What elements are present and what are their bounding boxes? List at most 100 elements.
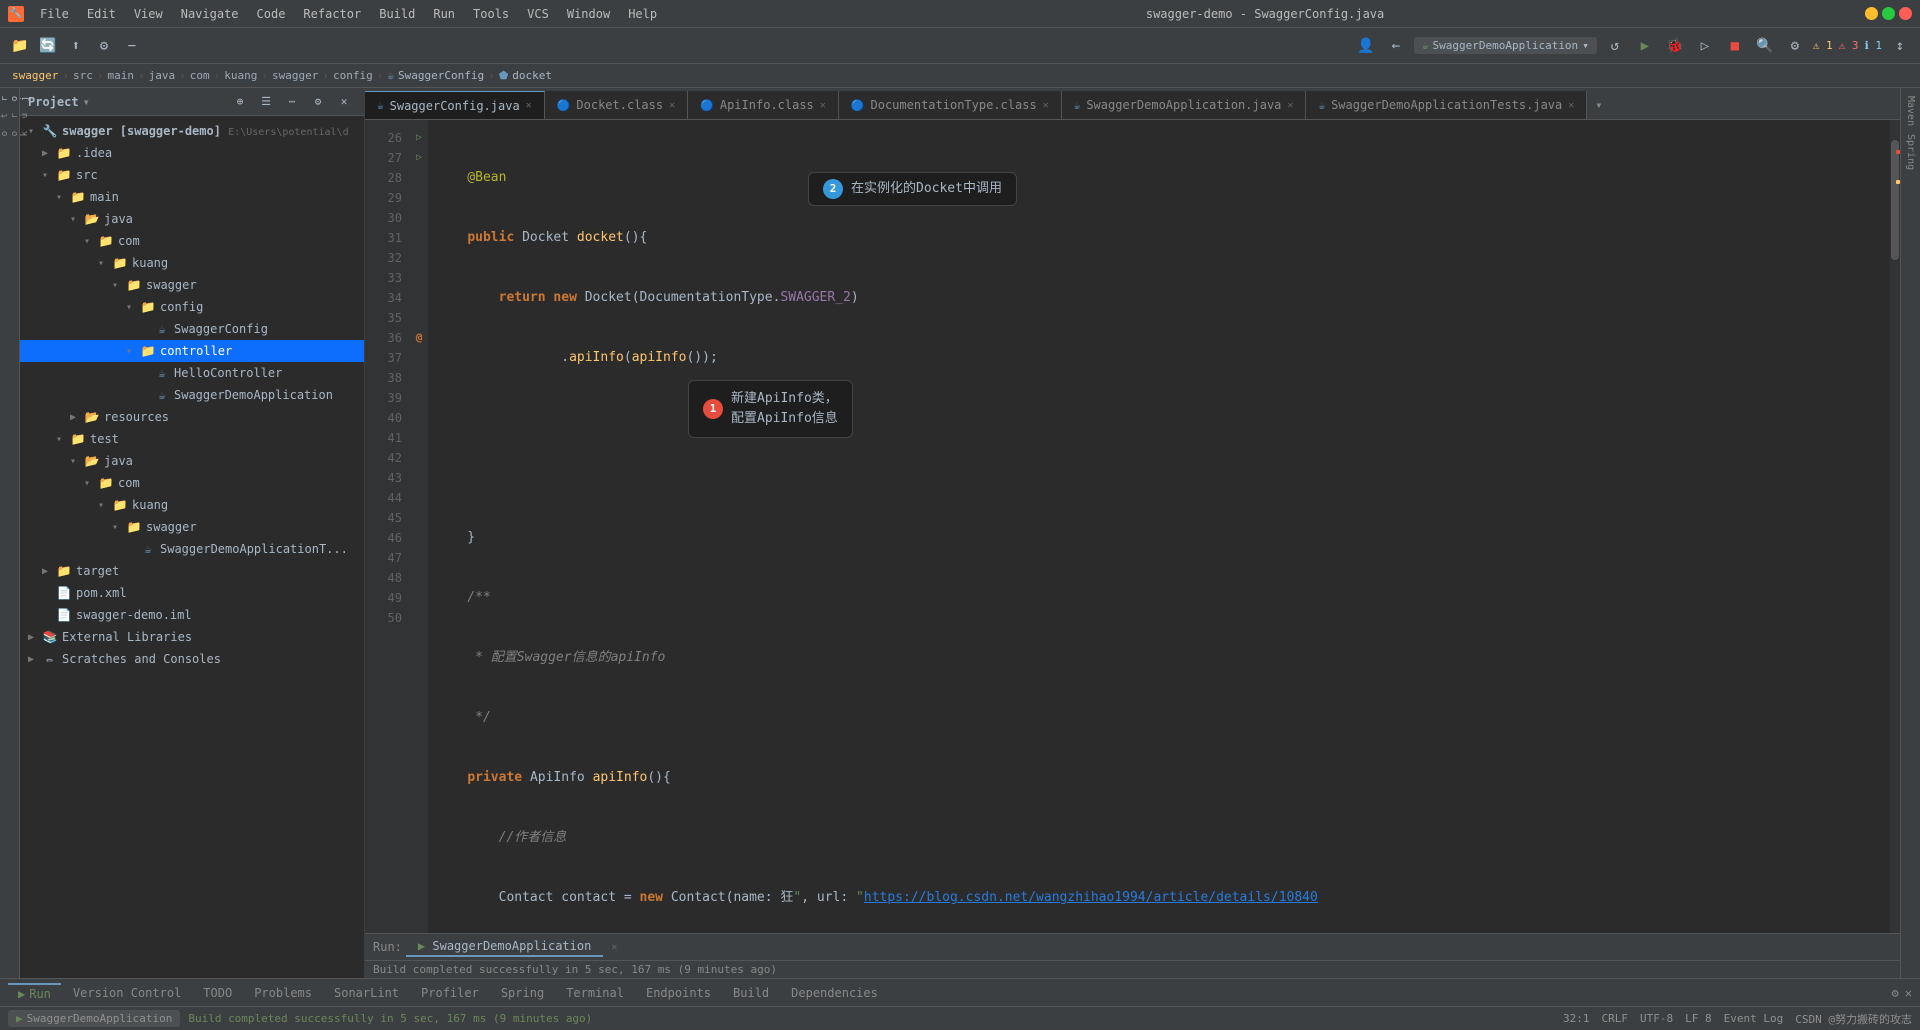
bottom-tab-endpoints[interactable]: Endpoints bbox=[636, 984, 721, 1002]
tab-close-apiinfo[interactable]: ✕ bbox=[820, 100, 826, 111]
tab-docket[interactable]: 🔵 Docket.class ✕ bbox=[545, 91, 688, 119]
debug-btn[interactable]: 🐞 bbox=[1663, 34, 1687, 58]
bc-swagger-pkg[interactable]: swagger bbox=[272, 69, 318, 82]
tabs-overflow-btn[interactable]: ▾ bbox=[1587, 91, 1610, 119]
run2-btn[interactable]: ▷ bbox=[1693, 34, 1717, 58]
menu-code[interactable]: Code bbox=[249, 5, 294, 23]
status-encoding[interactable]: UTF-8 bbox=[1640, 1012, 1673, 1025]
tree-item-swagger-root[interactable]: ▾ 🔧 swagger [swagger-demo] E:\Users\pote… bbox=[20, 120, 364, 142]
run-green-btn[interactable]: ▶ bbox=[1633, 34, 1657, 58]
menu-refactor[interactable]: Refactor bbox=[295, 5, 369, 23]
sidebar-dropdown-icon[interactable]: ▾ bbox=[83, 95, 90, 109]
tree-item-test[interactable]: ▾ 📁 test bbox=[20, 428, 364, 450]
bc-main[interactable]: main bbox=[107, 69, 134, 82]
back-btn[interactable]: ← bbox=[1384, 34, 1408, 58]
bc-com[interactable]: com bbox=[190, 69, 210, 82]
menu-help[interactable]: Help bbox=[620, 5, 665, 23]
tree-item-swaggerconfig[interactable]: ☕ SwaggerConfig bbox=[20, 318, 364, 340]
menu-run[interactable]: Run bbox=[425, 5, 463, 23]
bc-docket[interactable]: docket bbox=[512, 69, 552, 82]
sidebar-close-icon[interactable]: ✕ bbox=[332, 90, 356, 114]
vtab-project[interactable]: Proj bbox=[0, 92, 32, 105]
status-csdn[interactable]: CSDN @努力搬砖的攻志 bbox=[1795, 1011, 1912, 1027]
refresh-icon[interactable]: ↺ bbox=[1603, 34, 1627, 58]
sync-btn[interactable]: 🔄 bbox=[36, 34, 60, 58]
sidebar-collapse-all-icon[interactable]: ☰ bbox=[254, 90, 278, 114]
bc-swagger[interactable]: swagger bbox=[12, 69, 58, 82]
tree-item-swagger-test[interactable]: ▾ 📁 swagger bbox=[20, 516, 364, 538]
tab-swaggerdemomain[interactable]: ☕ SwaggerDemoApplication.java ✕ bbox=[1062, 91, 1307, 119]
vtab-structure[interactable]: Stru bbox=[0, 109, 32, 122]
tab-documentationtype[interactable]: 🔵 DocumentationType.class ✕ bbox=[839, 91, 1062, 119]
tree-item-external-libs[interactable]: ▶ 📚 External Libraries bbox=[20, 626, 364, 648]
tab-close-docket[interactable]: ✕ bbox=[669, 100, 675, 111]
settings-gear-icon[interactable]: ⚙ bbox=[92, 34, 116, 58]
vtab-bookmarks[interactable]: Book bbox=[0, 127, 32, 140]
bc-swaggerconfig[interactable]: SwaggerConfig bbox=[398, 69, 484, 82]
tree-item-kuang-test[interactable]: ▾ 📁 kuang bbox=[20, 494, 364, 516]
menu-tools[interactable]: Tools bbox=[465, 5, 517, 23]
tab-swaggerdemotests[interactable]: ☕ SwaggerDemoApplicationTests.java ✕ bbox=[1306, 91, 1587, 119]
bottom-tab-sonarlint[interactable]: SonarLint bbox=[324, 984, 409, 1002]
code-content[interactable]: @Bean public Docket docket(){ return new… bbox=[428, 120, 1890, 933]
sidebar-locate-icon[interactable]: ⊕ bbox=[228, 90, 252, 114]
menu-file[interactable]: File bbox=[32, 5, 77, 23]
bottom-tab-spring[interactable]: Spring bbox=[491, 984, 554, 1002]
bc-src[interactable]: src bbox=[73, 69, 93, 82]
expand-icon[interactable]: ↕ bbox=[1888, 34, 1912, 58]
collapse-btn[interactable]: ⬆ bbox=[64, 34, 88, 58]
maven-vtab[interactable]: Maven bbox=[1903, 92, 1918, 130]
bc-kuang[interactable]: kuang bbox=[224, 69, 257, 82]
bottom-tab-dependencies[interactable]: Dependencies bbox=[781, 984, 888, 1002]
menu-view[interactable]: View bbox=[126, 5, 171, 23]
stop-btn[interactable]: ■ bbox=[1723, 34, 1747, 58]
vertical-scrollbar[interactable] bbox=[1890, 120, 1900, 933]
bottom-settings-icon[interactable]: ⚙ bbox=[1892, 986, 1899, 1000]
tab-swaggerconfig[interactable]: ☕ SwaggerConfig.java ✕ bbox=[365, 91, 545, 119]
minus-btn[interactable]: − bbox=[120, 34, 144, 58]
menu-build[interactable]: Build bbox=[371, 5, 423, 23]
spring-vtab[interactable]: Spring bbox=[1903, 130, 1918, 174]
project-tree-btn[interactable]: 📁 bbox=[8, 34, 32, 58]
event-log[interactable]: Event Log bbox=[1724, 1012, 1784, 1025]
tree-item-iml[interactable]: 📄 swagger-demo.iml bbox=[20, 604, 364, 626]
search-icon[interactable]: 🔍 bbox=[1753, 34, 1777, 58]
status-tab[interactable]: LF 8 bbox=[1685, 1012, 1712, 1025]
run-config-selector[interactable]: ☕ SwaggerDemoApplication ▾ bbox=[1414, 37, 1597, 54]
tab-close-swaggerdemomain[interactable]: ✕ bbox=[1287, 100, 1293, 111]
minimize-button[interactable] bbox=[1865, 7, 1878, 20]
scrollbar-thumb[interactable] bbox=[1891, 140, 1899, 260]
tree-item-swaggerdemomain[interactable]: ☕ SwaggerDemoApplication bbox=[20, 384, 364, 406]
tree-item-src[interactable]: ▾ 📁 src bbox=[20, 164, 364, 186]
tree-item-pom-xml[interactable]: 📄 pom.xml bbox=[20, 582, 364, 604]
menu-vcs[interactable]: VCS bbox=[519, 5, 557, 23]
run-button[interactable]: ▶ SwaggerDemoApplication bbox=[8, 1010, 180, 1027]
tree-item-com[interactable]: ▾ 📁 com bbox=[20, 230, 364, 252]
tab-apiinfo[interactable]: 🔵 ApiInfo.class ✕ bbox=[688, 91, 839, 119]
tree-item-java-test[interactable]: ▾ 📂 java bbox=[20, 450, 364, 472]
tab-close-documentationtype[interactable]: ✕ bbox=[1043, 100, 1049, 111]
tree-item-config[interactable]: ▾ 📁 config bbox=[20, 296, 364, 318]
tree-item-swagger-pkg[interactable]: ▾ 📁 swagger bbox=[20, 274, 364, 296]
sidebar-settings-icon[interactable]: ⚙ bbox=[306, 90, 330, 114]
maximize-button[interactable] bbox=[1882, 7, 1895, 20]
bc-config[interactable]: config bbox=[333, 69, 373, 82]
settings-icon[interactable]: ⚙ bbox=[1783, 34, 1807, 58]
menu-navigate[interactable]: Navigate bbox=[173, 5, 247, 23]
bc-java[interactable]: java bbox=[149, 69, 176, 82]
bottom-tab-run[interactable]: ▶ Run bbox=[8, 983, 61, 1003]
tab-close-swaggerconfig[interactable]: ✕ bbox=[526, 100, 532, 111]
run-tab-close[interactable]: ✕ bbox=[611, 942, 617, 953]
close-button[interactable] bbox=[1899, 7, 1912, 20]
tree-item-java-main[interactable]: ▾ 📂 java bbox=[20, 208, 364, 230]
tree-item-idea[interactable]: ▶ 📁 .idea bbox=[20, 142, 364, 164]
tree-item-target[interactable]: ▶ 📁 target bbox=[20, 560, 364, 582]
tree-item-hellocontroller[interactable]: ☕ HelloController bbox=[20, 362, 364, 384]
status-position[interactable]: 32:1 bbox=[1563, 1012, 1590, 1025]
status-line-ending[interactable]: CRLF bbox=[1602, 1012, 1629, 1025]
menu-edit[interactable]: Edit bbox=[79, 5, 124, 23]
bottom-tab-problems[interactable]: Problems bbox=[244, 984, 322, 1002]
run-tab-active[interactable]: ▶ SwaggerDemoApplication bbox=[406, 937, 603, 957]
tree-item-resources[interactable]: ▶ 📂 resources bbox=[20, 406, 364, 428]
tree-item-scratches[interactable]: ▶ ✏ Scratches and Consoles bbox=[20, 648, 364, 670]
